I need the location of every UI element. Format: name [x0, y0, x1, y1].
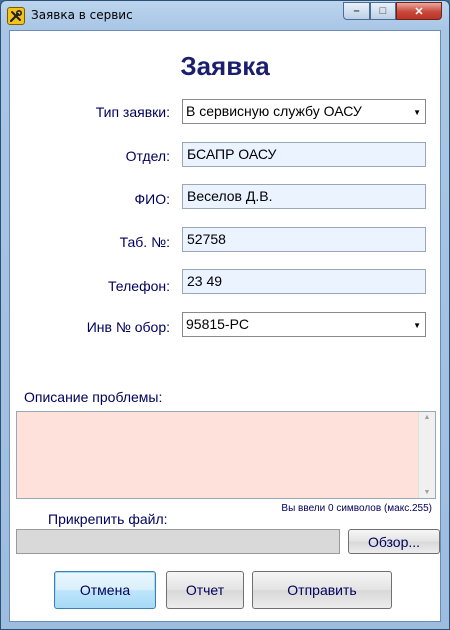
chevron-down-icon: ▼ [413, 108, 421, 117]
tools-icon [7, 7, 25, 25]
send-button[interactable]: Отправить [252, 571, 392, 609]
minimize-icon: – [353, 5, 360, 17]
chevron-down-icon: ▼ [413, 321, 421, 330]
description-textarea[interactable]: ▲ ▼ [16, 411, 436, 499]
attachment-path-field [16, 529, 340, 554]
full-name-label: ФИО: [134, 191, 171, 207]
report-button[interactable]: Отчет [166, 571, 244, 609]
close-icon: ✕ [414, 5, 424, 18]
scroll-down-icon[interactable]: ▼ [419, 489, 435, 496]
description-label: Описание проблемы: [24, 389, 163, 405]
scroll-up-icon[interactable]: ▲ [419, 414, 435, 421]
minimize-button[interactable]: – [343, 2, 370, 20]
form-panel: Заявка Тип заявки: В сервисную службу ОА… [9, 30, 441, 622]
maximize-button[interactable]: □ [370, 2, 396, 20]
request-type-select[interactable]: В сервисную службу ОАСУ ▼ [182, 99, 426, 124]
phone-label: Телефон: [108, 278, 170, 294]
department-label: Отдел: [125, 148, 170, 164]
equipment-number-select[interactable]: 95815-PC ▼ [182, 312, 426, 337]
equipment-number-value: 95815-PC [186, 316, 250, 332]
attachment-label: Прикрепить файл: [48, 511, 168, 527]
department-input[interactable]: БСАПР ОАСУ [182, 142, 426, 167]
title-bar[interactable]: Заявка в сервис – □ ✕ [1, 1, 449, 29]
tab-number-input[interactable]: 52758 [182, 227, 426, 252]
request-type-label: Тип заявки: [95, 104, 170, 120]
phone-input[interactable]: 23 49 [182, 269, 426, 294]
cancel-button[interactable]: Отмена [54, 571, 156, 609]
close-button[interactable]: ✕ [396, 2, 442, 20]
character-counter: Вы ввели 0 символов (макс.255) [281, 503, 432, 514]
full-name-input[interactable]: Веселов Д.В. [182, 184, 426, 209]
maximize-icon: □ [379, 5, 387, 17]
app-window: Заявка в сервис – □ ✕ Заявка Тип заявки:… [0, 0, 450, 630]
window-title: Заявка в сервис [31, 8, 133, 22]
request-type-value: В сервисную службу ОАСУ [186, 103, 362, 119]
tab-number-label: Таб. №: [119, 234, 170, 250]
browse-button[interactable]: Обзор... [348, 529, 440, 554]
equipment-number-label: Инв № обор: [86, 319, 170, 335]
page-title: Заявка [180, 51, 270, 81]
description-scrollbar[interactable]: ▲ ▼ [418, 412, 435, 498]
